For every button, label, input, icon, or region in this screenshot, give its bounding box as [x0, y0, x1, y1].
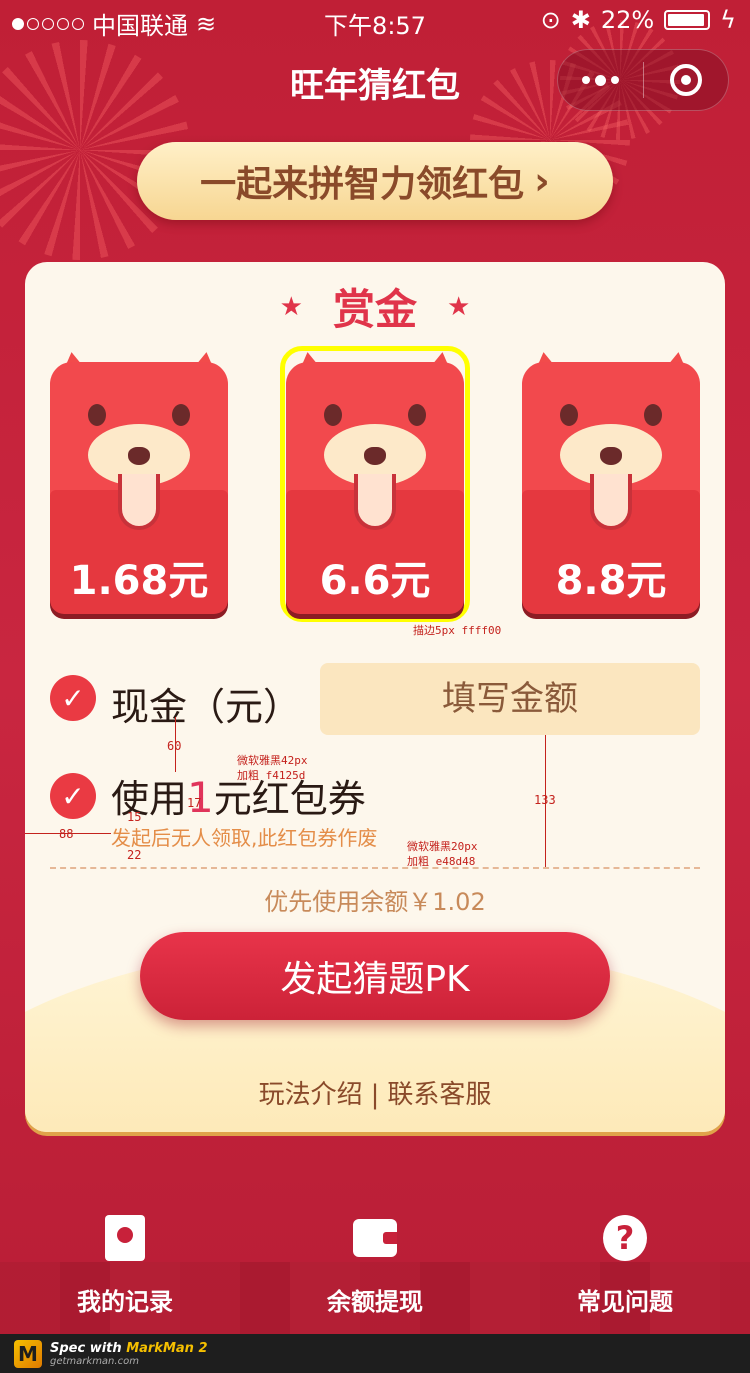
star-icon: ★ [279, 291, 303, 322]
measure-60: 60 [167, 739, 182, 753]
start-pk-button[interactable]: 发起猜题PK [140, 932, 610, 1020]
cash-checkbox[interactable]: ✓ [50, 675, 96, 721]
stroke-annotation: 描边5px ffff00 [413, 624, 502, 637]
balance-text: 优先使用余额￥1.02 [264, 888, 486, 916]
measure-133: 133 [534, 793, 556, 807]
rules-link[interactable]: 玩法介绍 [259, 1080, 363, 1110]
cash-label: 现金（元） [111, 685, 302, 729]
rotation-lock-icon: ⊙ [540, 6, 561, 34]
measure-22: 22 [127, 848, 142, 862]
dog-nose-icon [600, 447, 622, 465]
close-ring-icon [669, 64, 702, 96]
redpacket-amount: 8.8元 [555, 558, 667, 604]
miniapp-capsule [557, 49, 729, 111]
bluetooth-icon: ✱ [570, 6, 591, 34]
battery-percent: 22% [600, 6, 655, 34]
tab-faq[interactable]: ? 常见问题 [535, 1215, 715, 1317]
amount-input[interactable] [320, 663, 700, 735]
record-book-icon [105, 1215, 145, 1261]
bounty-card: ★ 赏金 ★ 1.68元 6.6元 8.8元 描边5px ffff00 ✓ 现金… [25, 262, 725, 1132]
coupon-prefix: 使用 [111, 777, 188, 821]
star-icon: ★ [447, 291, 471, 322]
footer-brand: Spec with MarkMan 2 [50, 1340, 208, 1356]
redpacket-amount: 6.6元 [319, 558, 431, 604]
font-annotation: 加粗 f4125d [237, 769, 306, 782]
tab-my-records[interactable]: 我的记录 [35, 1215, 215, 1317]
redpacket-option-selected[interactable]: 6.6元 [280, 346, 470, 622]
customer-service-link[interactable]: 联系客服 [387, 1080, 491, 1110]
link-separator: | [370, 1080, 380, 1110]
font-annotation: 微软雅黑20px [407, 840, 478, 853]
coupon-note: 发起后无人领取,此红包券作废 [111, 826, 378, 850]
tab-withdraw[interactable]: 余额提现 [285, 1216, 465, 1317]
charging-icon: ϟ [720, 6, 736, 34]
card-links: 玩法介绍 | 联系客服 [25, 1074, 725, 1111]
coupon-checkbox[interactable]: ✓ [50, 773, 96, 819]
banner-label: 一起来拼智力领红包 [200, 164, 525, 205]
card-title: ★ 赏金 ★ [25, 276, 725, 337]
chevron-right-icon: › [534, 159, 550, 203]
font-annotation: 微软雅黑42px [237, 754, 308, 767]
redpacket-option[interactable]: 8.8元 [521, 349, 701, 614]
redpacket-option[interactable]: 1.68元 [49, 349, 229, 614]
coupon-suffix: 元红包券 [213, 777, 366, 821]
tab-label: 常见问题 [577, 1288, 673, 1316]
dog-nose-icon [128, 447, 150, 465]
close-miniapp-button[interactable] [644, 49, 728, 111]
measure-15: 15 [127, 810, 142, 824]
redpacket-amount: 1.68元 [69, 558, 209, 604]
dashed-divider [50, 867, 700, 869]
footer-site: getmarkman.com [50, 1355, 139, 1367]
tab-label: 我的记录 [77, 1288, 173, 1316]
team-redpacket-banner[interactable]: 一起来拼智力领红包 › [137, 142, 613, 220]
measure-17: 17 [187, 796, 202, 810]
markman-footer: M Spec with MarkMan 2 getmarkman.com [0, 1334, 750, 1373]
status-bar: 中国联通 ≋ 下午8:57 ⊙ ✱ 22% ϟ [0, 0, 750, 40]
card-title-text: 赏金 [332, 285, 417, 334]
wallet-icon [353, 1219, 397, 1257]
markman-logo-icon: M [14, 1339, 42, 1368]
battery-icon [664, 10, 711, 30]
tab-label: 余额提现 [327, 1288, 423, 1316]
question-icon: ? [603, 1215, 647, 1261]
more-menu-button[interactable] [558, 49, 643, 111]
dog-nose-icon [364, 447, 386, 465]
measure-88: 88 [59, 827, 74, 841]
